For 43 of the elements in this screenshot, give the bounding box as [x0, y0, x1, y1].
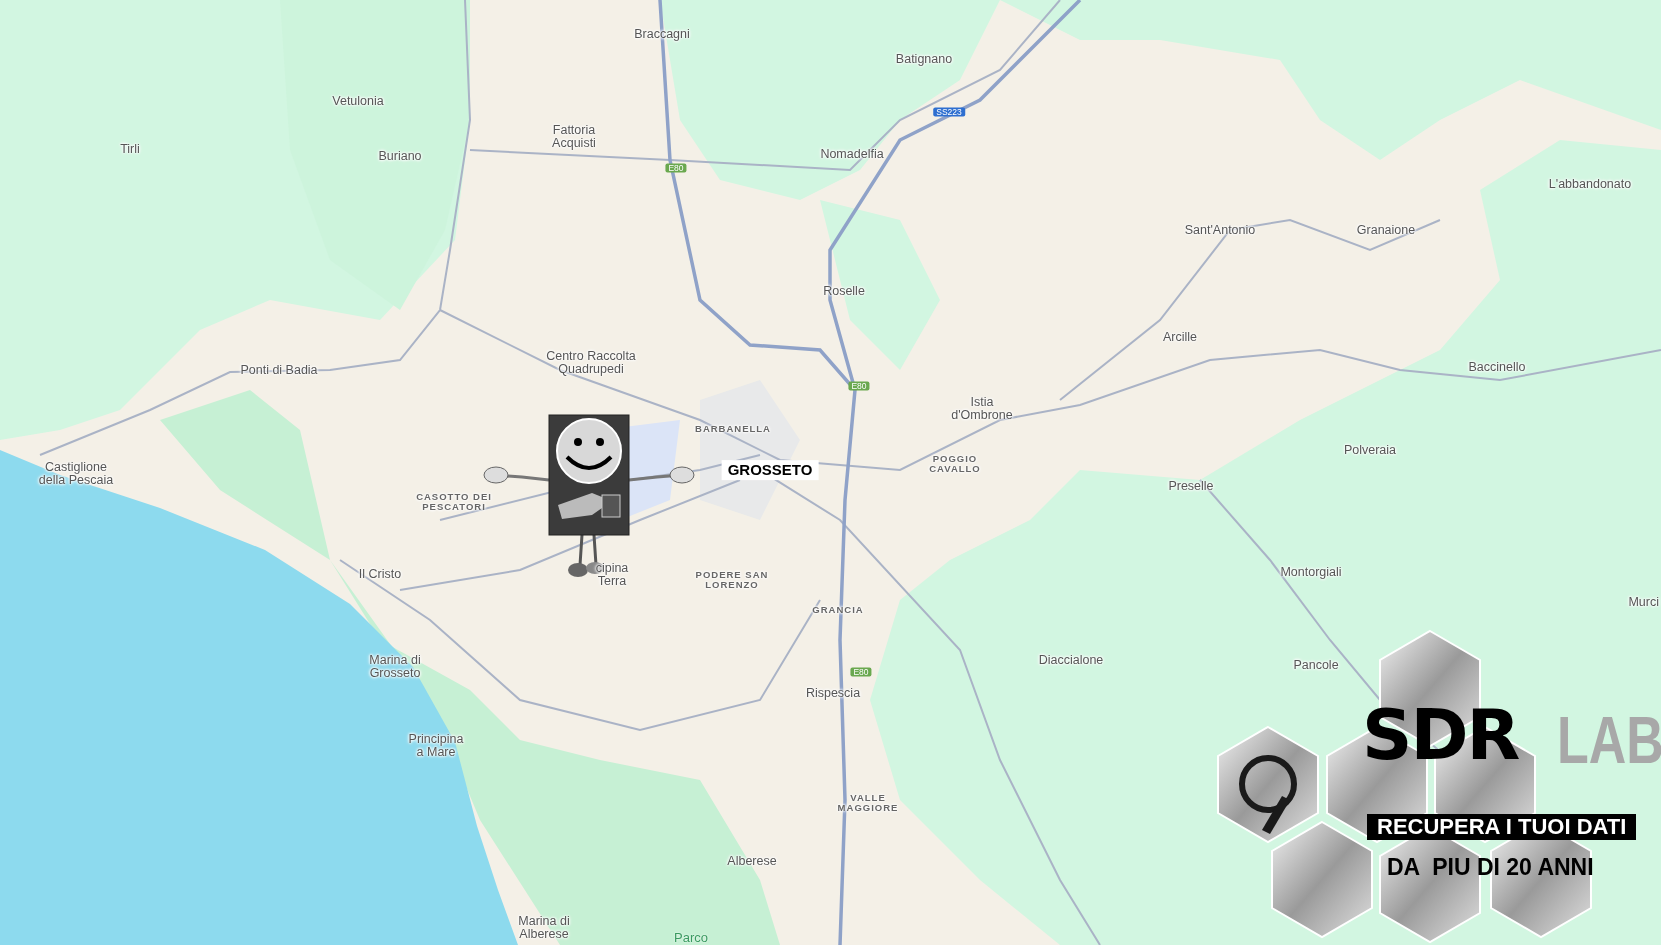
district-label: BARBANELLA — [695, 424, 771, 434]
park-label: Parco — [674, 931, 708, 945]
place-label: Fattoria Acquisti — [552, 123, 596, 151]
road-shield: E80 — [665, 163, 687, 173]
place-label: Arcille — [1163, 331, 1197, 345]
road-shield: E80 — [850, 667, 872, 677]
place-label: Centro Raccolta Quadrupedi — [546, 349, 636, 377]
logo-tagline: RECUPERA I TUOI DATI — [1367, 814, 1637, 841]
logo-suffix: LAB — [1557, 706, 1661, 774]
magnifier-tool-icon — [1239, 755, 1297, 834]
place-label: Alberese — [727, 855, 777, 869]
place-label: Preselle — [1168, 480, 1214, 494]
place-label: Sant'Antonio — [1184, 224, 1256, 238]
place-label: Batignano — [895, 53, 953, 67]
district-label: CASOTTO DEI PESCATORI — [416, 492, 492, 512]
place-label: Baccinello — [1468, 361, 1526, 375]
place-label: Polveraia — [1343, 444, 1397, 458]
place-label: Pancole — [1293, 659, 1339, 673]
place-label: Montorgiali — [1280, 566, 1342, 580]
place-label: Diaccialone — [1038, 654, 1104, 668]
place-label: Marina di Grosseto — [369, 653, 421, 681]
place-label: Castiglione della Pescaia — [38, 460, 114, 488]
district-label: PODERE SAN LORENZO — [695, 570, 769, 590]
place-label: Braccagni — [634, 28, 690, 42]
place-label: Roselle — [823, 285, 865, 299]
place-label: Principina a Mare — [408, 732, 464, 760]
place-label: Murci — [1628, 596, 1659, 610]
place-label: Buriano — [378, 150, 422, 164]
place-label: Ponti di Badia — [240, 364, 318, 378]
logo-wordmark: SDR — [1362, 700, 1519, 770]
place-label: L'abbandonato — [1548, 178, 1632, 192]
district-label: POGGIO CAVALLO — [929, 454, 981, 474]
road-shield: E80 — [848, 381, 870, 391]
place-label: Istia d'Ombrone — [951, 395, 1013, 423]
place-label: Marina di Alberese — [518, 914, 570, 942]
city-label: GROSSETO — [721, 460, 819, 480]
place-label: Vetulonia — [332, 95, 384, 109]
road-shield: SS223 — [933, 107, 965, 117]
place-label: Il Cristo — [358, 568, 402, 582]
place-label: Tirli — [120, 143, 140, 157]
place-label: Granaione — [1356, 224, 1416, 238]
place-label: Nomadelfia — [820, 148, 884, 162]
logo-slogan: DA PIU DI 20 ANNI — [1387, 853, 1594, 882]
